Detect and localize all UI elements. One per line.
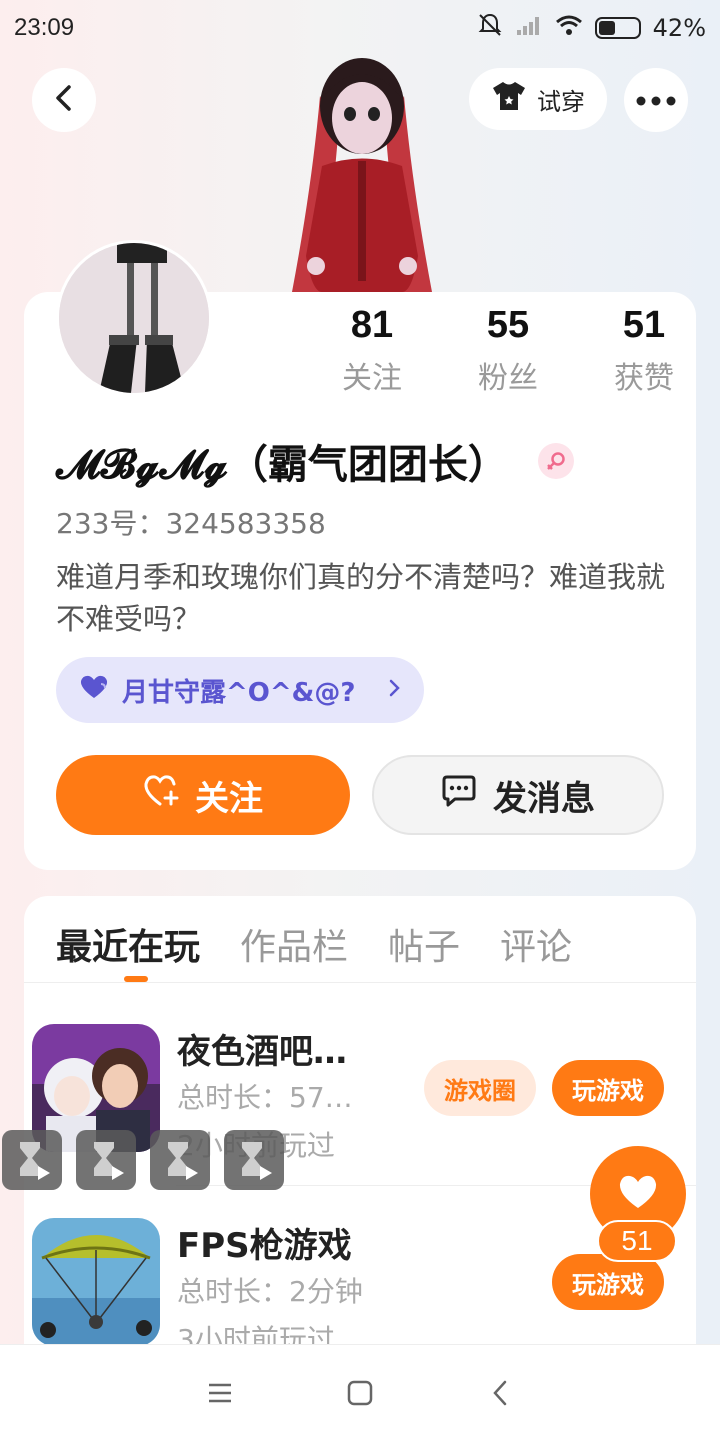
battery-percent: 42% bbox=[652, 14, 706, 42]
stat-likes[interactable]: 51 获赞 bbox=[576, 304, 712, 397]
game-name: 夜色酒吧… bbox=[177, 1032, 347, 1072]
followers-label: 粉丝 bbox=[478, 361, 538, 396]
signal-icon bbox=[515, 14, 543, 42]
followers-count: 55 bbox=[486, 304, 530, 346]
profile-tabs: 最近在玩 作品栏 帖子 评论 bbox=[56, 918, 572, 970]
battery-icon bbox=[594, 17, 641, 39]
likes-label: 获赞 bbox=[614, 361, 674, 396]
divider bbox=[24, 982, 696, 983]
profile-nickname-row: 𝓜𝓑𝓰𝓜𝓰（霸气团团长） bbox=[56, 432, 574, 490]
system-nav-bar bbox=[0, 1344, 720, 1440]
menu-icon[interactable] bbox=[190, 1363, 250, 1423]
stat-followers[interactable]: 55 粉丝 bbox=[440, 304, 576, 397]
tab-comments[interactable]: 评论 bbox=[500, 918, 572, 970]
following-count: 81 bbox=[350, 304, 394, 346]
more-button[interactable] bbox=[624, 68, 688, 132]
profile-bio: 难道月季和玫瑰你们真的分不清楚吗？难道我就不难受吗？ bbox=[56, 560, 666, 636]
stat-following[interactable]: 81 关注 bbox=[304, 304, 440, 397]
user-id: 233号：324583358 bbox=[56, 507, 326, 540]
chat-bubble-icon bbox=[441, 774, 477, 817]
game-icon-fps bbox=[32, 1218, 160, 1346]
guard-badge[interactable]: 月甘守露^O^&@? bbox=[56, 657, 424, 723]
floating-video-tiles bbox=[2, 1130, 284, 1190]
back-nav-icon[interactable] bbox=[470, 1363, 530, 1423]
tab-posts[interactable]: 帖子 bbox=[388, 918, 460, 970]
follow-label: 关注 bbox=[195, 778, 263, 819]
try-on-button[interactable]: 试穿 bbox=[469, 68, 607, 130]
wifi-icon bbox=[555, 14, 583, 42]
hourglass-play-icon[interactable] bbox=[224, 1130, 284, 1190]
tab-recently-played[interactable]: 最近在玩 bbox=[56, 918, 200, 970]
status-bar: 23:09 42% bbox=[0, 0, 720, 56]
home-icon[interactable] bbox=[330, 1363, 390, 1423]
hourglass-play-icon[interactable] bbox=[150, 1130, 210, 1190]
stats-row: 81 关注 55 粉丝 51 获赞 bbox=[304, 304, 712, 397]
game-row[interactable]: FPS枪游戏 总时长：2分钟 3小时前玩过 玩游戏 bbox=[32, 1218, 664, 1356]
play-game-button[interactable]: 玩游戏 bbox=[552, 1060, 664, 1116]
female-gender-icon bbox=[537, 443, 574, 479]
hourglass-play-icon[interactable] bbox=[2, 1130, 62, 1190]
game-duration: 总时长：57… bbox=[177, 1081, 353, 1114]
battery-fill bbox=[598, 21, 615, 35]
guard-label: 月甘守露^O^&@? bbox=[122, 677, 356, 708]
game-name: FPS枪游戏 bbox=[177, 1226, 352, 1266]
character-avatar-figure bbox=[272, 56, 452, 292]
status-time: 23:09 bbox=[14, 14, 75, 41]
like-count: 51 bbox=[597, 1220, 677, 1262]
message-button[interactable]: 发消息 bbox=[372, 755, 664, 835]
mute-bell-icon bbox=[477, 12, 503, 44]
hourglass-play-icon[interactable] bbox=[76, 1130, 136, 1190]
follow-button[interactable]: 关注 bbox=[56, 755, 350, 835]
following-label: 关注 bbox=[342, 361, 402, 396]
game-circle-button[interactable]: 游戏圈 bbox=[424, 1060, 536, 1116]
play-game-button[interactable]: 玩游戏 bbox=[552, 1254, 664, 1310]
tshirt-icon bbox=[491, 80, 527, 118]
chevron-right-icon bbox=[388, 675, 402, 705]
heart-icon bbox=[78, 674, 110, 707]
game-duration: 总时长：2分钟 bbox=[177, 1275, 363, 1308]
likes-count: 51 bbox=[622, 304, 666, 346]
avatar[interactable] bbox=[56, 240, 212, 396]
heart-plus-icon bbox=[143, 774, 181, 817]
nickname: 𝓜𝓑𝓰𝓜𝓰（霸气团团长） bbox=[56, 441, 508, 488]
try-on-label: 试穿 bbox=[537, 87, 585, 116]
message-label: 发消息 bbox=[493, 778, 595, 819]
tab-works[interactable]: 作品栏 bbox=[240, 918, 348, 970]
back-button[interactable] bbox=[32, 68, 96, 132]
chevron-left-icon bbox=[52, 84, 76, 116]
heart-icon bbox=[617, 1173, 659, 1215]
more-dots-icon bbox=[636, 91, 676, 110]
